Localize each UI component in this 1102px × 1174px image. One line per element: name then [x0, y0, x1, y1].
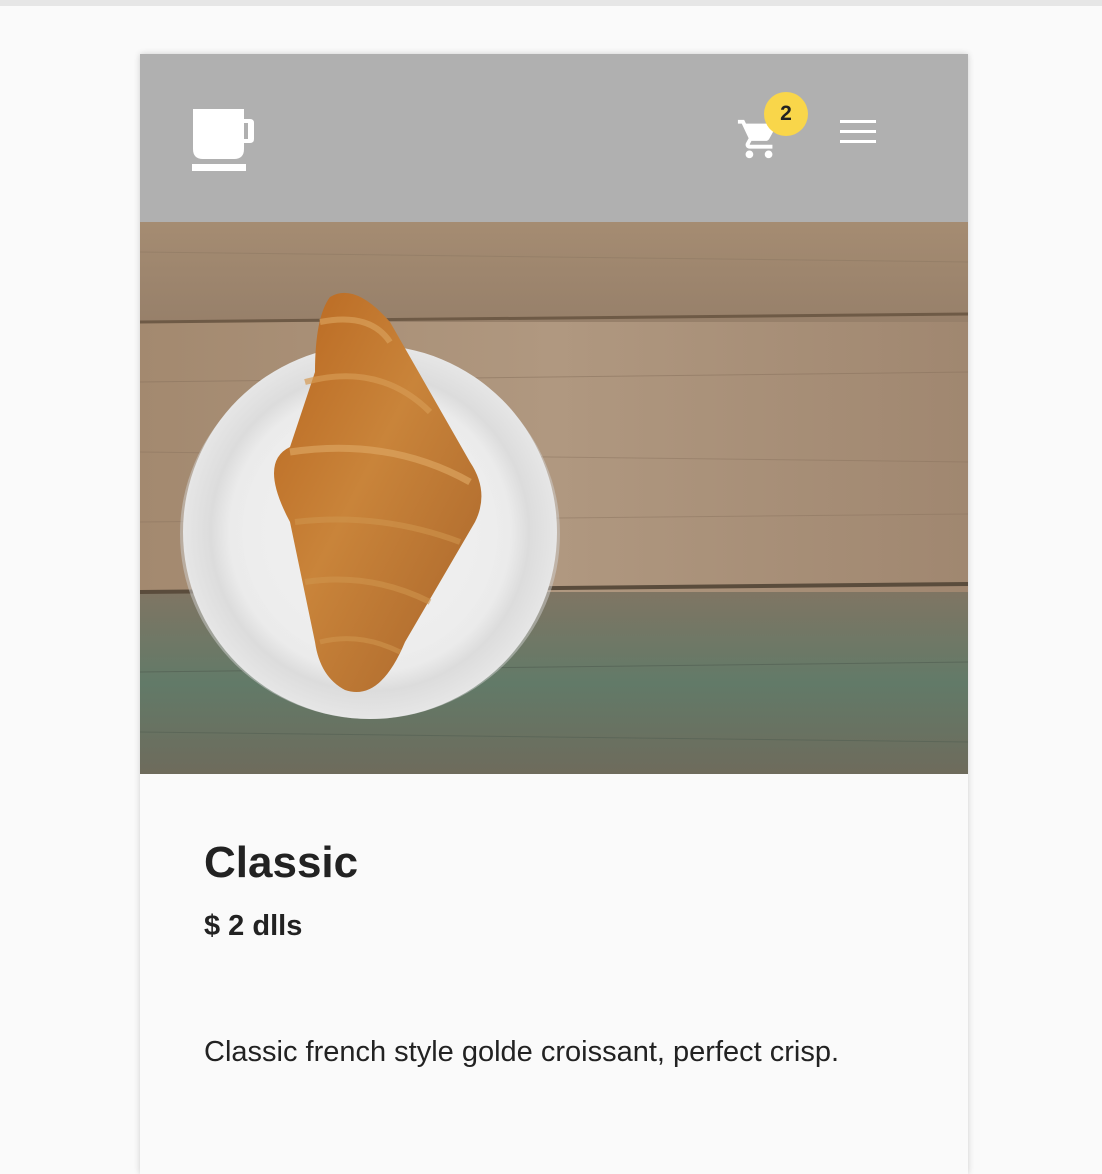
- product-description: Classic french style golde croissant, pe…: [204, 1036, 840, 1068]
- product-price: $ 2 dlls: [204, 910, 303, 942]
- product-card: 2 Classic $ 2 dlls Classic french style …: [140, 54, 968, 1174]
- hamburger-menu-icon[interactable]: [838, 118, 878, 146]
- product-title: Classic: [204, 838, 359, 887]
- cart-count-badge: 2: [764, 92, 808, 136]
- app-header: 2: [140, 54, 968, 222]
- coffee-cup-icon[interactable]: [192, 109, 256, 171]
- browser-top-strip: [0, 0, 1102, 6]
- product-image: [140, 222, 968, 774]
